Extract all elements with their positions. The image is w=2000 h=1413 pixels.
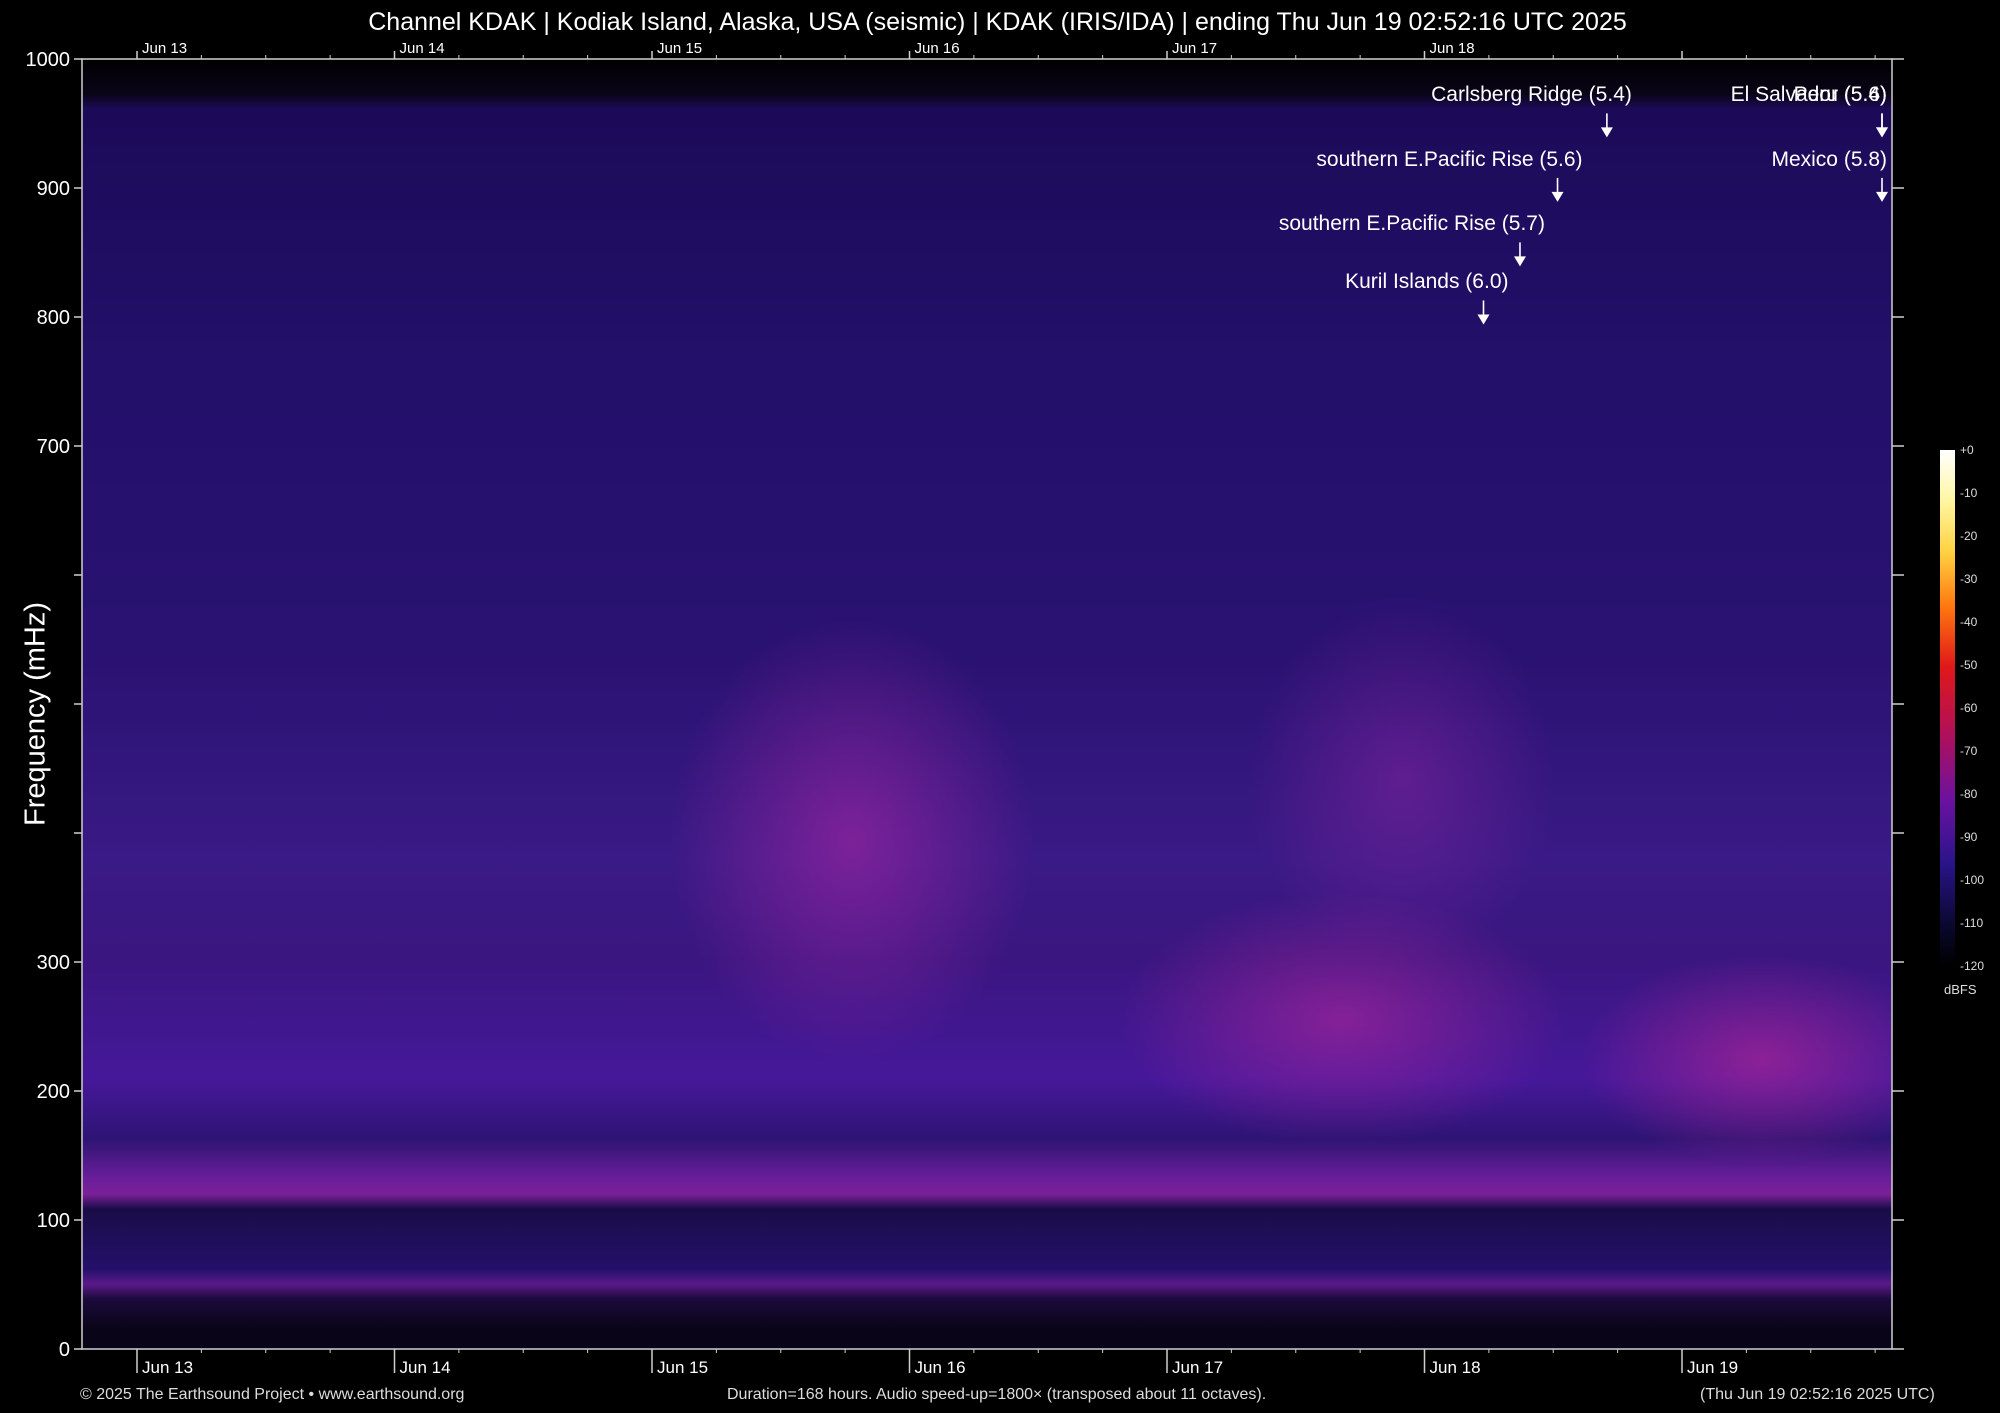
x-day-label-bottom: Jun 17 — [1172, 1358, 1223, 1377]
event-label: El Salvador (5.4) — [1730, 83, 1887, 107]
event-arrow-head — [1876, 127, 1888, 138]
x-day-label-bottom: Jun 16 — [915, 1358, 966, 1377]
y-tick-label: 700 — [37, 436, 70, 458]
y-tick-label: 1000 — [26, 49, 71, 71]
colorbar-tick-label: -30 — [1960, 572, 1978, 586]
event-label: southern E.Pacific Rise (5.7) — [1278, 212, 1545, 236]
event-arrow-head — [1600, 127, 1613, 138]
y-tick-label: 200 — [37, 1081, 70, 1103]
colorbar-tick-label: -10 — [1960, 486, 1978, 500]
x-day-label-top: Jun 14 — [400, 40, 445, 57]
footer-timestamp: (Thu Jun 19 02:52:16 2025 UTC) — [1700, 1386, 1935, 1403]
colorbar-unit: dBFS — [1944, 982, 1977, 997]
colorbar-tick-label: -20 — [1960, 529, 1978, 543]
x-day-label-bottom: Jun 13 — [142, 1358, 193, 1377]
y-tick-label: 800 — [37, 307, 70, 329]
colorbar-tick-label: -110 — [1960, 916, 1984, 930]
colorbar-tick-label: -40 — [1960, 615, 1978, 629]
y-tick-label: 0 — [59, 1339, 70, 1361]
event-arrow-head — [1551, 191, 1564, 202]
x-day-label-top: Jun 13 — [142, 40, 187, 57]
footer-credit: © 2025 The Earthsound Project • www.eart… — [80, 1386, 465, 1403]
colorbar — [1940, 450, 1955, 966]
event-arrow-head — [1513, 256, 1526, 267]
colorbar-tick-label: -70 — [1960, 744, 1978, 758]
colorbar-tick-label: -60 — [1960, 701, 1978, 715]
x-day-label-top: Jun 16 — [915, 40, 960, 57]
colorbar-tick-label: -120 — [1960, 959, 1985, 973]
y-tick-label: 300 — [37, 952, 70, 974]
x-day-label-top: Jun 18 — [1430, 40, 1475, 57]
x-day-label-bottom: Jun 18 — [1430, 1358, 1481, 1377]
event-label: Carlsberg Ridge (5.4) — [1431, 83, 1632, 107]
x-day-label-bottom: Jun 14 — [400, 1358, 451, 1377]
colorbar-tick-label: -100 — [1960, 873, 1985, 887]
y-tick-label: 900 — [37, 178, 70, 200]
colorbar-tick-label: -90 — [1960, 830, 1978, 844]
x-day-label-top: Jun 15 — [657, 40, 702, 57]
event-arrow-head — [1477, 314, 1490, 325]
event-label: southern E.Pacific Rise (5.6) — [1316, 147, 1583, 171]
colorbar-tick-label: +0 — [1960, 443, 1974, 457]
colorbar-tick-label: -50 — [1960, 658, 1978, 672]
plot-frame — [81, 58, 1893, 1350]
colorbar-tick-label: -80 — [1960, 787, 1978, 801]
x-day-label-top: Jun 17 — [1172, 40, 1217, 57]
event-arrow-head — [1876, 191, 1888, 202]
x-day-label-bottom: Jun 19 — [1687, 1358, 1738, 1377]
y-tick-label: 100 — [37, 1210, 70, 1232]
event-label: Mexico (5.8) — [1771, 147, 1887, 171]
event-label: Kuril Islands (6.0) — [1345, 270, 1509, 294]
chart-axes: 0 100 200 300 700 800 900 1000 Jun 13 Jun 13 Jun 1… — [26, 40, 1904, 1377]
footer-duration: Duration=168 hours. Audio speed-up=1800×… — [727, 1386, 1267, 1403]
x-day-label-bottom: Jun 15 — [657, 1358, 708, 1377]
